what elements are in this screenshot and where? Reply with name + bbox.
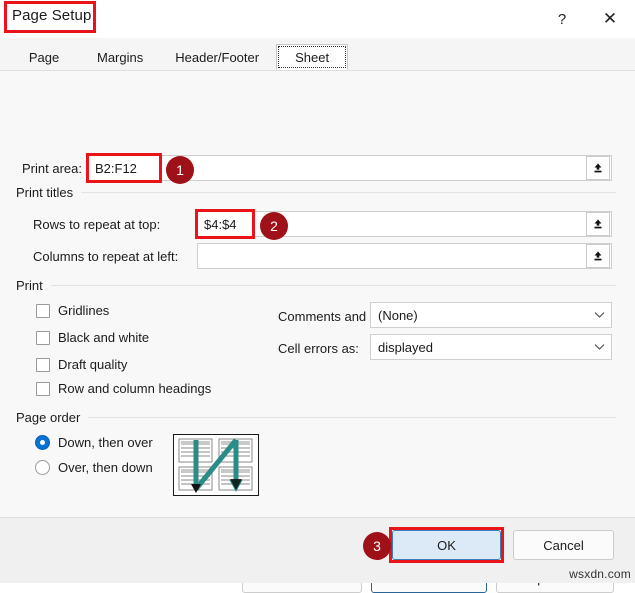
- radio-down-then-over[interactable]: Down, then over: [35, 435, 153, 450]
- radio-button[interactable]: [35, 435, 50, 450]
- comments-and-notes-dropdown[interactable]: (None): [370, 302, 612, 328]
- checkbox-box[interactable]: [36, 357, 50, 372]
- checkbox-row-and-column-headings[interactable]: Row and column headings: [36, 381, 211, 396]
- tab-margins[interactable]: Margins: [82, 44, 158, 70]
- chevron-down-icon[interactable]: [587, 343, 611, 351]
- tab-sheet[interactable]: Sheet: [276, 44, 349, 70]
- step-badge-2: 2: [260, 212, 288, 240]
- checkbox-label: Row and column headings: [58, 381, 212, 396]
- rows-to-repeat-input[interactable]: [198, 212, 586, 236]
- page-order-preview-icon: [173, 434, 259, 496]
- columns-to-repeat-field[interactable]: [197, 243, 612, 269]
- collapse-dialog-icon[interactable]: [586, 244, 610, 268]
- radio-over-then-down[interactable]: Over, then down: [35, 460, 153, 475]
- comments-and-notes-value: (None): [378, 307, 418, 323]
- cell-errors-as-label: Cell errors as:: [278, 341, 359, 356]
- group-divider: [50, 285, 616, 286]
- sheet-tab-panel: Print area: 1 Print titles Rows to repea…: [0, 71, 635, 593]
- radio-label: Over, then down: [58, 460, 153, 475]
- checkbox-label: Gridlines: [58, 303, 110, 318]
- columns-to-repeat-label: Columns to repeat at left:: [33, 249, 179, 264]
- chevron-down-icon[interactable]: [587, 311, 611, 319]
- group-divider: [81, 192, 616, 193]
- step-badge-1: 1: [166, 156, 194, 184]
- checkbox-gridlines[interactable]: Gridlines: [36, 303, 109, 318]
- help-icon[interactable]: ?: [539, 0, 585, 38]
- print-area-input[interactable]: [89, 156, 586, 180]
- checkbox-box[interactable]: [36, 303, 50, 318]
- watermark: wsxdn.com: [569, 567, 631, 581]
- radio-button[interactable]: [35, 460, 50, 475]
- page-order-group-label: Page order: [16, 410, 616, 425]
- print-group-label: Print: [16, 278, 616, 293]
- close-icon[interactable]: ✕: [585, 0, 635, 38]
- checkbox-box[interactable]: [36, 330, 50, 345]
- checkbox-draft-quality[interactable]: Draft quality: [36, 357, 127, 372]
- rows-to-repeat-label: Rows to repeat at top:: [33, 217, 161, 232]
- cell-errors-as-value: displayed: [378, 339, 433, 355]
- columns-to-repeat-input[interactable]: [198, 244, 586, 268]
- ok-button[interactable]: OK: [392, 530, 501, 560]
- checkbox-label: Black and white: [58, 330, 150, 345]
- checkbox-box[interactable]: [36, 381, 50, 396]
- radio-label: Down, then over: [58, 435, 153, 450]
- print-area-label: Print area:: [22, 161, 82, 176]
- title-bar-buttons: ? ✕: [539, 0, 635, 38]
- group-divider: [88, 417, 616, 418]
- step-badge-3: 3: [363, 532, 391, 560]
- cell-errors-as-dropdown[interactable]: displayed: [370, 334, 612, 360]
- title-bar: Page Setup ? ✕: [0, 0, 635, 38]
- tab-strip: Page Margins Header/Footer Sheet: [0, 38, 635, 71]
- cancel-button[interactable]: Cancel: [513, 530, 614, 560]
- tab-header-footer[interactable]: Header/Footer: [160, 44, 274, 70]
- checkbox-black-and-white[interactable]: Black and white: [36, 330, 149, 345]
- tab-page[interactable]: Page: [8, 44, 80, 70]
- collapse-dialog-icon[interactable]: [586, 156, 610, 180]
- print-titles-group-label: Print titles: [16, 185, 616, 200]
- checkbox-label: Draft quality: [58, 357, 128, 372]
- collapse-dialog-icon[interactable]: [586, 212, 610, 236]
- dialog-footer: 3 OK Cancel wsxdn.com: [0, 517, 635, 583]
- page-title: Page Setup: [12, 7, 92, 24]
